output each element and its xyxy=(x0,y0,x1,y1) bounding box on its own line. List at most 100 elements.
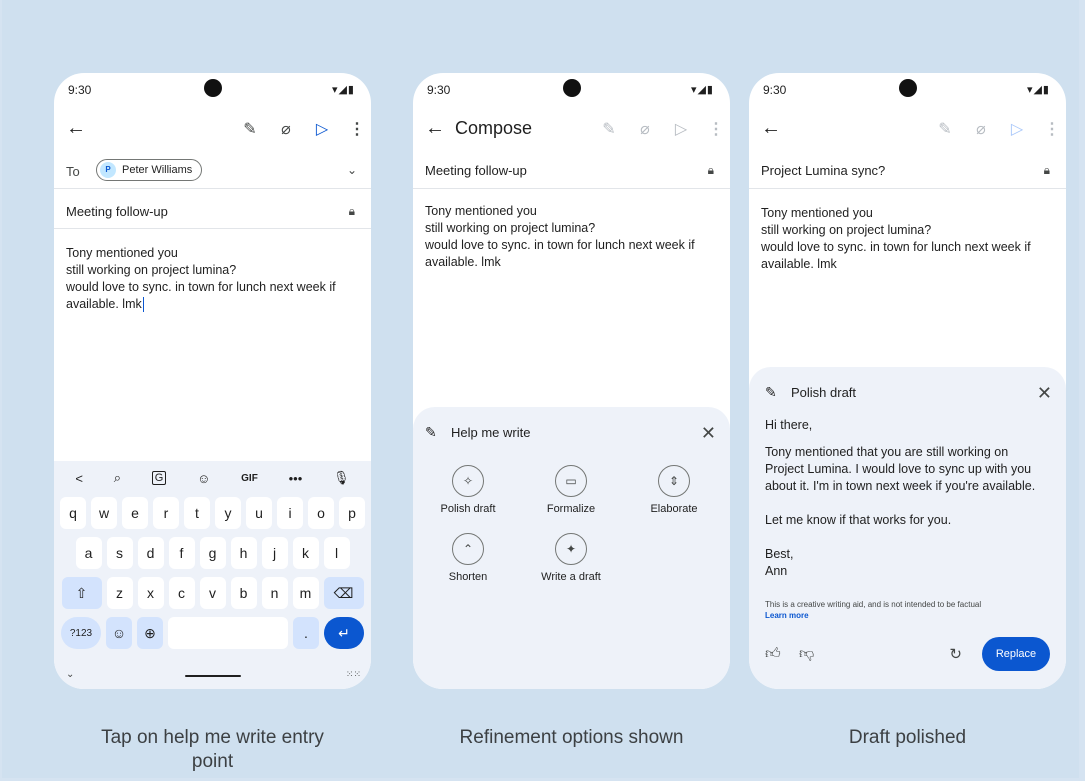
subject-text: Meeting follow-up xyxy=(425,163,527,178)
close-icon[interactable]: ✕ xyxy=(1037,383,1052,404)
key-j[interactable]: j xyxy=(261,537,288,569)
attach-icon[interactable]: ⌀ xyxy=(972,119,990,139)
wand-icon: ✎ xyxy=(765,384,777,400)
attach-icon[interactable]: ⌀ xyxy=(277,119,295,139)
key-v[interactable]: v xyxy=(199,577,226,609)
home-indicator[interactable] xyxy=(184,675,241,677)
back-arrow-icon[interactable]: ← xyxy=(66,117,86,140)
sheet-title: Polish draft xyxy=(791,385,857,400)
body-line: Tony mentioned you xyxy=(761,206,873,220)
sticker-icon[interactable]: ☺ xyxy=(197,471,210,486)
search-icon[interactable]: ⌕ xyxy=(114,470,121,486)
key-k[interactable]: k xyxy=(292,537,319,569)
thumbs-down-icon[interactable]: 👎︎ xyxy=(799,645,814,663)
key-t[interactable]: t xyxy=(184,497,210,529)
symbols-key[interactable]: ?123 xyxy=(61,617,101,649)
key-r[interactable]: r xyxy=(153,497,179,529)
help-me-write-icon[interactable]: ✎ xyxy=(936,119,954,139)
key-f[interactable]: f xyxy=(168,537,195,569)
option-label: Write a draft xyxy=(541,571,601,583)
send-icon[interactable]: ▷ xyxy=(1008,119,1026,139)
more-options-icon[interactable]: ⋮ xyxy=(349,119,365,139)
option-elaborate[interactable]: ⇕ Elaborate xyxy=(629,465,719,515)
key-e[interactable]: e xyxy=(122,497,148,529)
nav-bar: ⌄ ⁙⁙ xyxy=(54,669,371,683)
email-body[interactable]: Tony mentioned you still working on proj… xyxy=(425,203,716,271)
key-row-2: asdfghjkl xyxy=(54,537,371,569)
attach-icon[interactable]: ⌀ xyxy=(636,119,654,139)
key-i[interactable]: i xyxy=(277,497,303,529)
more-options-icon[interactable]: ⋮ xyxy=(1044,119,1060,139)
help-me-write-icon[interactable]: ✎ xyxy=(600,119,618,139)
option-polish-draft[interactable]: ✧ Polish draft xyxy=(423,465,513,515)
hide-keyboard-icon[interactable]: ⌄ xyxy=(66,669,74,680)
to-row[interactable]: To P Peter Williams ⌄ xyxy=(54,153,371,189)
globe-icon[interactable]: ⊕ xyxy=(137,617,163,649)
shift-key[interactable]: ⇧ xyxy=(61,577,102,609)
mic-icon[interactable]: 🎙︎ xyxy=(333,470,350,486)
option-shorten[interactable]: ⌃ Shorten xyxy=(423,533,513,583)
body-line: Tony mentioned you xyxy=(66,246,178,260)
key-b[interactable]: b xyxy=(230,577,257,609)
key-l[interactable]: l xyxy=(323,537,350,569)
key-q[interactable]: q xyxy=(60,497,86,529)
caption-line: point xyxy=(191,751,234,772)
close-icon[interactable]: ✕ xyxy=(701,423,716,444)
draft-line: Project Lumina. I would love to sync up … xyxy=(765,462,1032,476)
back-arrow-icon[interactable]: ← xyxy=(761,117,781,140)
option-formalize[interactable]: ▭ Formalize xyxy=(526,465,616,515)
key-z[interactable]: z xyxy=(106,577,133,609)
key-o[interactable]: o xyxy=(308,497,334,529)
send-icon[interactable]: ▷ xyxy=(313,119,331,139)
system-icons: ▾◢▮ xyxy=(331,84,355,96)
more-options-icon[interactable]: ⋮ xyxy=(708,119,724,139)
key-h[interactable]: h xyxy=(230,537,257,569)
shorten-icon: ⌃ xyxy=(452,533,484,565)
subject-row[interactable]: Meeting follow-up 🔒︎ xyxy=(413,153,730,189)
body-line: would love to sync. in town for lunch ne… xyxy=(66,280,336,294)
learn-more-link[interactable]: Learn more xyxy=(765,610,1052,621)
text-caret xyxy=(142,297,144,313)
emoji-key[interactable]: ☺ xyxy=(106,617,132,649)
space-key[interactable] xyxy=(168,617,288,649)
key-u[interactable]: u xyxy=(246,497,272,529)
enter-key[interactable]: ↵ xyxy=(324,617,364,649)
body-line: still working on project lumina? xyxy=(425,221,596,235)
back-arrow-icon[interactable]: ← xyxy=(425,117,445,140)
key-n[interactable]: n xyxy=(261,577,288,609)
more-icon[interactable]: ••• xyxy=(289,471,303,486)
key-d[interactable]: d xyxy=(137,537,164,569)
key-y[interactable]: y xyxy=(215,497,241,529)
key-s[interactable]: s xyxy=(106,537,133,569)
keyboard-grid-icon[interactable]: ⁙⁙ xyxy=(346,669,361,680)
gif-button[interactable]: GIF xyxy=(241,473,258,484)
key-x[interactable]: x xyxy=(137,577,164,609)
sheet-header: ✎ Polish draft ✕ xyxy=(765,383,1052,405)
subject-row[interactable]: Meeting follow-up 🔒︎ xyxy=(54,193,371,229)
email-body[interactable]: Tony mentioned you still working on proj… xyxy=(66,245,357,313)
subject-text: Meeting follow-up xyxy=(66,204,168,219)
replace-button[interactable]: Replace xyxy=(982,637,1050,671)
key-p[interactable]: p xyxy=(339,497,365,529)
option-write-a-draft[interactable]: ✦ Write a draft xyxy=(526,533,616,583)
backspace-key[interactable]: ⌫ xyxy=(323,577,364,609)
sparkle-icon: ✦ xyxy=(555,533,587,565)
period-key[interactable]: . xyxy=(293,617,319,649)
help-me-write-icon[interactable]: ✎ xyxy=(241,119,259,139)
refresh-icon[interactable]: ↻ xyxy=(949,645,962,663)
key-m[interactable]: m xyxy=(292,577,319,609)
key-a[interactable]: a xyxy=(75,537,102,569)
send-icon[interactable]: ▷ xyxy=(672,119,690,139)
translate-icon[interactable]: G xyxy=(151,471,167,485)
phone-compose-keyboard: 9:30 ▾◢▮ ← ✎ ⌀ ▷ ⋮ To P Peter Williams ⌄… xyxy=(54,73,371,689)
email-body[interactable]: Tony mentioned you still working on proj… xyxy=(761,205,1052,273)
key-w[interactable]: w xyxy=(91,497,117,529)
key-g[interactable]: g xyxy=(199,537,226,569)
key-c[interactable]: c xyxy=(168,577,195,609)
thumbs-up-icon[interactable]: 👍︎ xyxy=(765,645,781,663)
recipient-chip[interactable]: P Peter Williams xyxy=(96,159,203,181)
status-bar: 9:30 ▾◢▮ xyxy=(54,73,371,105)
chevron-down-icon[interactable]: ⌄ xyxy=(347,163,357,177)
keyboard-back-icon[interactable]: < xyxy=(75,471,83,486)
subject-row[interactable]: Project Lumina sync? 🔒︎ xyxy=(749,153,1066,189)
